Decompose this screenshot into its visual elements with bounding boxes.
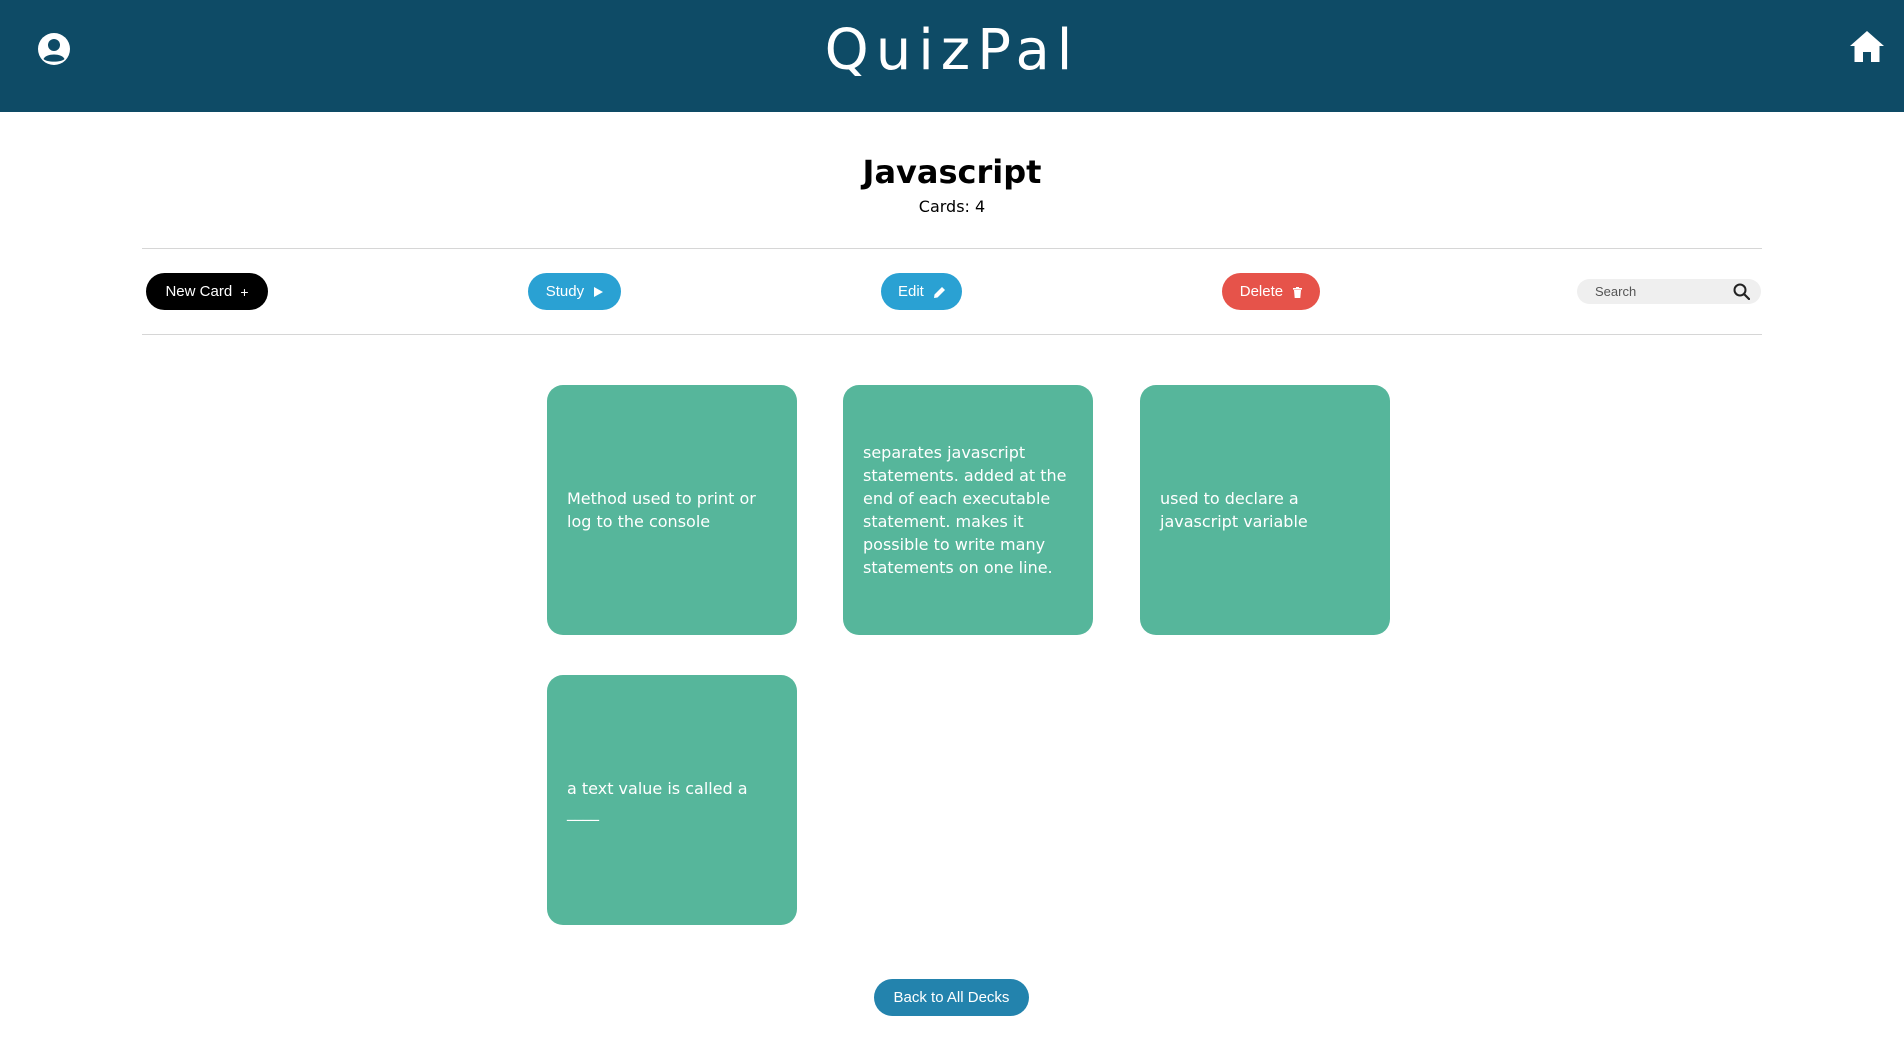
search-box — [1577, 279, 1761, 304]
deck-card-count: Cards: 4 — [918, 197, 986, 216]
flashcard-text: a text value is called a ____ — [567, 779, 748, 821]
back-to-decks-button[interactable]: Back to All Decks — [874, 979, 1029, 1016]
play-icon — [594, 287, 604, 298]
app-header: QuizPal — [0, 0, 1904, 112]
toolbar-divider-top — [142, 248, 1762, 249]
study-button[interactable]: Study — [528, 273, 621, 310]
home-icon[interactable] — [1849, 30, 1885, 63]
new-card-button[interactable]: New Card + — [146, 273, 268, 310]
deck-title: Javascript — [862, 153, 1042, 191]
flashcard-text: Method used to print or log to the conso… — [567, 489, 756, 531]
search-icon[interactable] — [1733, 283, 1750, 300]
flashcard-text: used to declare a javascript variable — [1160, 489, 1308, 531]
trash-icon — [1293, 286, 1303, 298]
edit-label: Edit — [897, 283, 924, 300]
toolbar-divider-bottom — [142, 334, 1762, 335]
new-card-label: New Card — [165, 283, 233, 300]
flashcard[interactable]: a text value is called a ____ — [547, 675, 797, 925]
search-input[interactable] — [1595, 279, 1725, 304]
flashcard[interactable]: used to declare a javascript variable — [1140, 385, 1390, 635]
brand-logo: QuizPal — [824, 18, 1080, 83]
flashcard[interactable]: separates javascript statements. added a… — [843, 385, 1093, 635]
flashcard[interactable]: Method used to print or log to the conso… — [547, 385, 797, 635]
flashcard-text: separates javascript statements. added a… — [863, 443, 1067, 577]
delete-label: Delete — [1239, 283, 1284, 300]
plus-icon: + — [240, 283, 249, 300]
edit-button[interactable]: Edit — [881, 273, 962, 310]
study-label: Study — [545, 283, 585, 300]
delete-button[interactable]: Delete — [1222, 273, 1320, 310]
pencil-icon — [934, 286, 946, 298]
